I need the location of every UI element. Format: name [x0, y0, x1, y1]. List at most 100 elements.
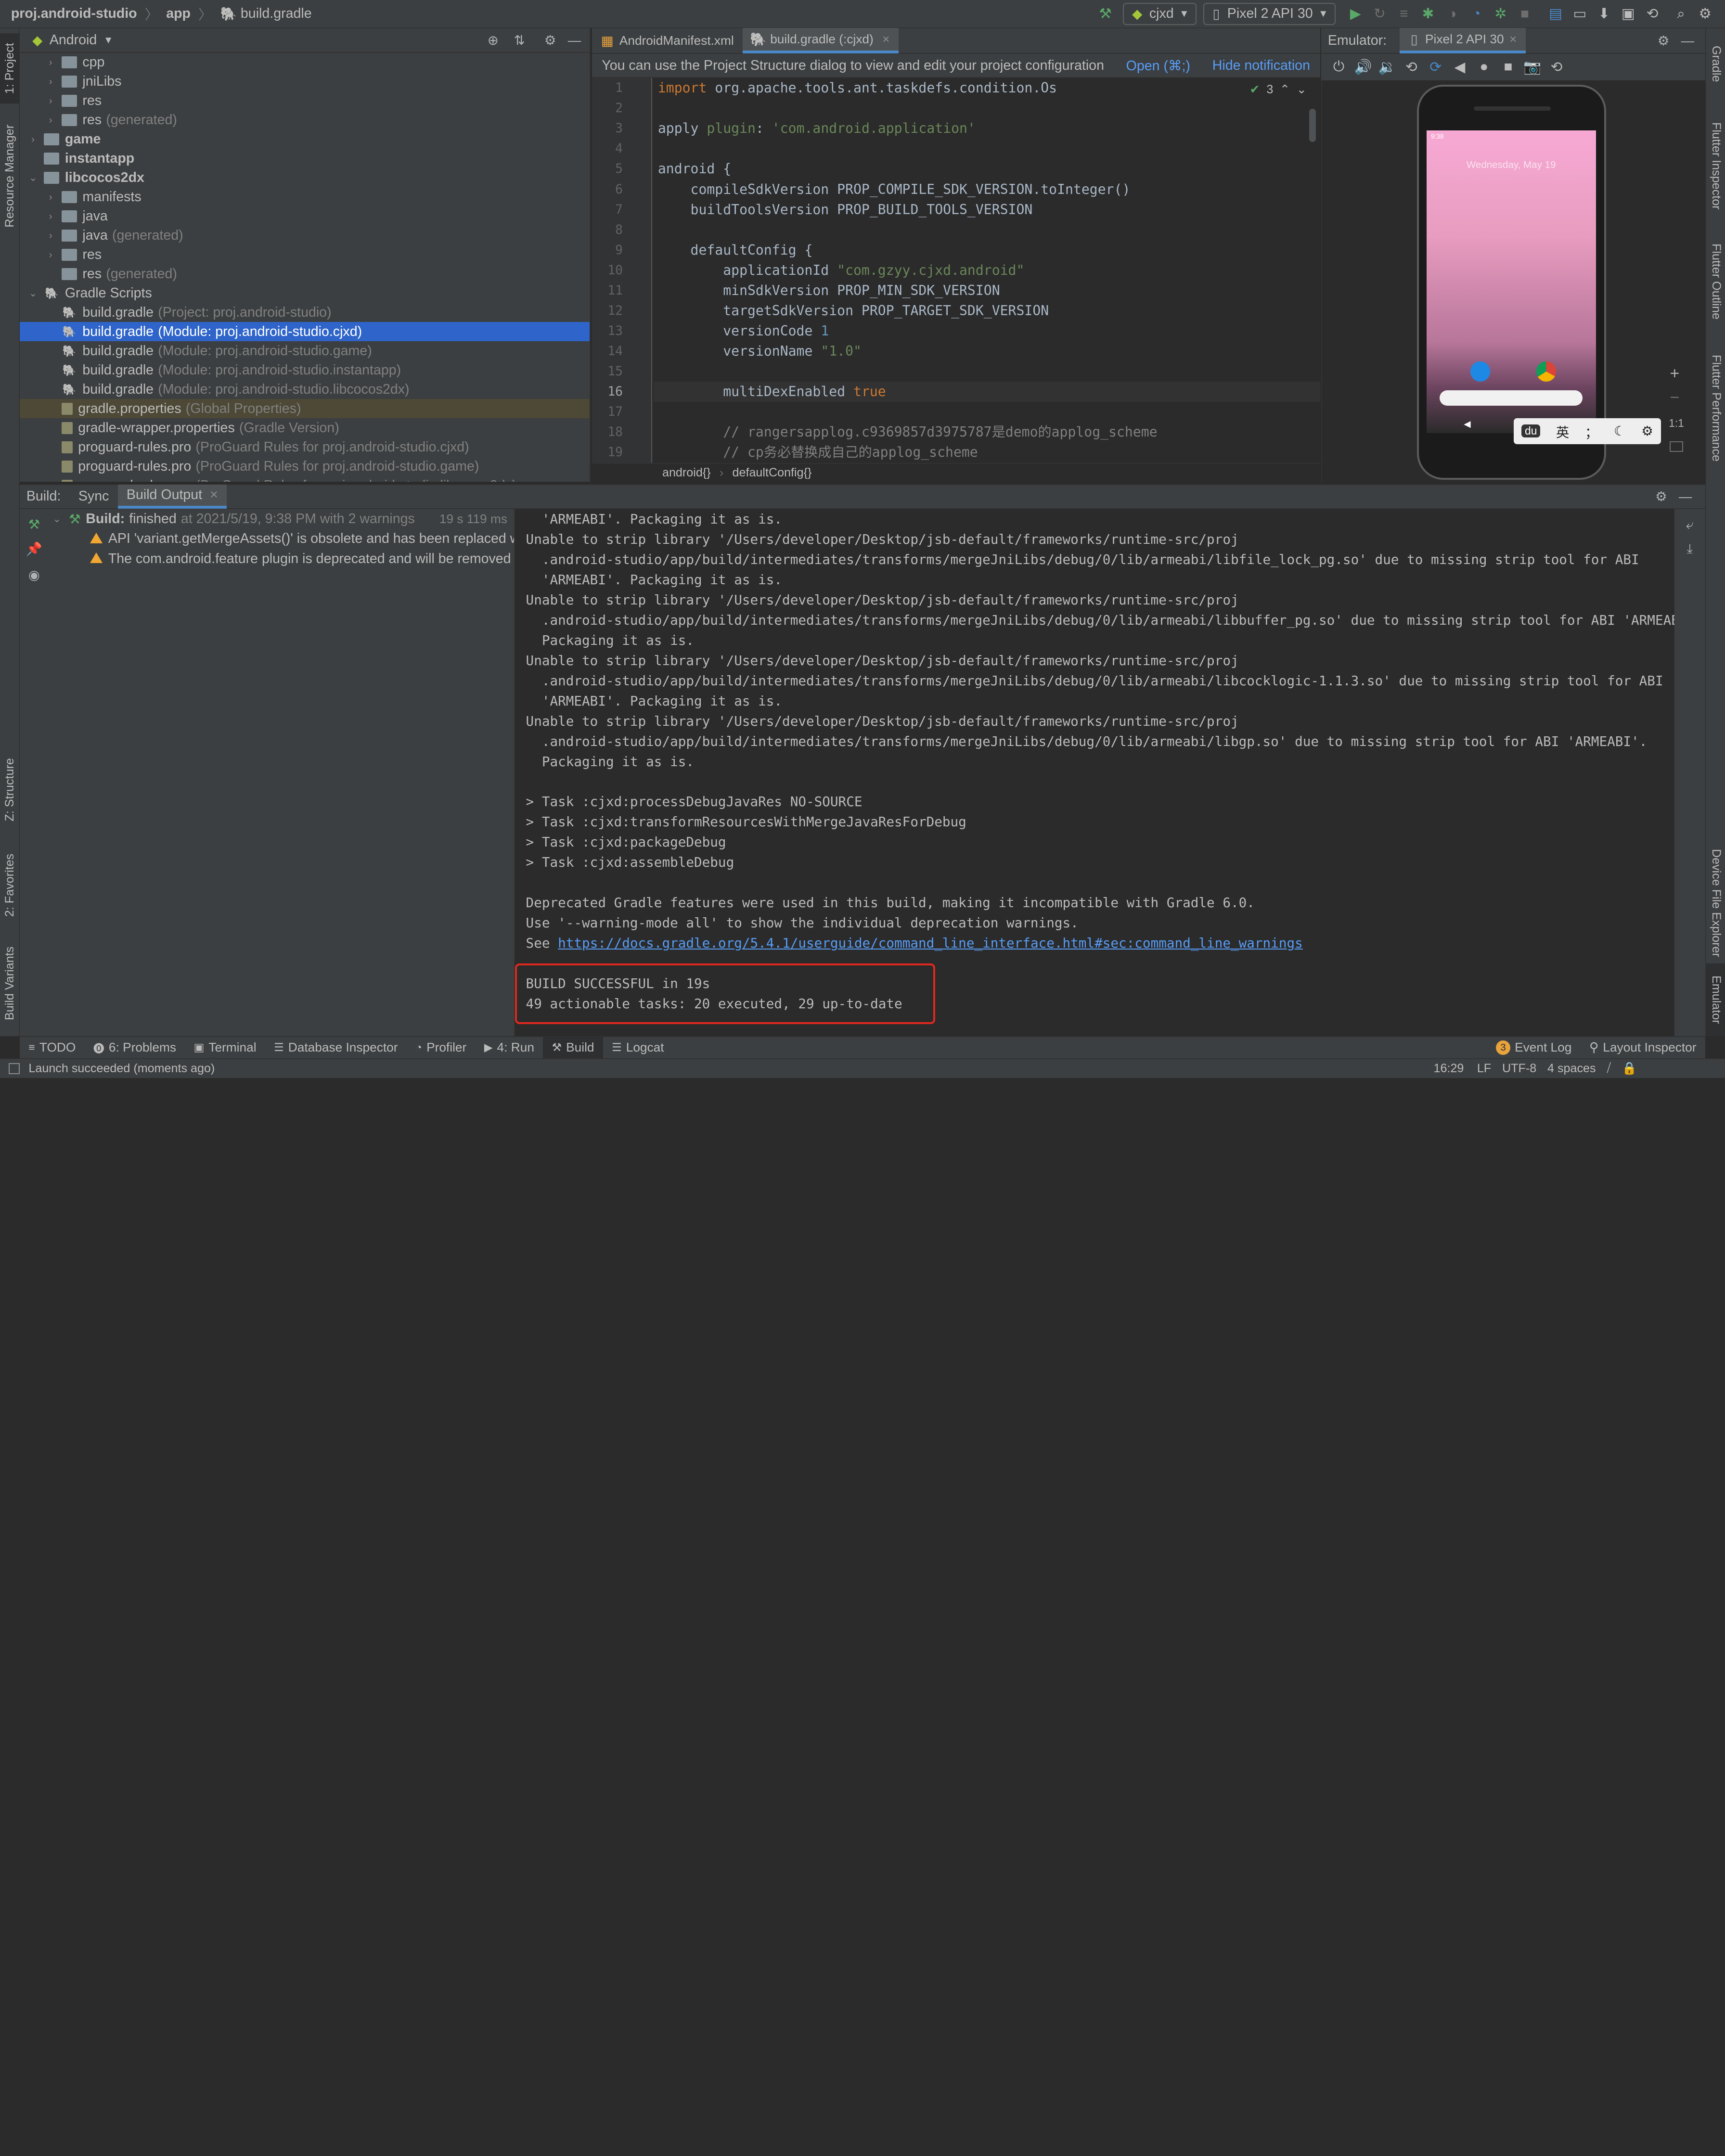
chevron-right-icon[interactable]: ›	[44, 230, 57, 242]
tree-item[interactable]: 🐘 build.gradle (Module: proj.android-studi…	[20, 380, 590, 399]
chevron-right-icon[interactable]: ›	[44, 95, 57, 107]
moon-icon[interactable]: ☾	[1614, 424, 1626, 439]
input-method-bar[interactable]: du 英 ； ☾ ⚙	[1513, 418, 1661, 445]
collapse-all-icon[interactable]: ⇅	[511, 31, 528, 49]
avd-manager-icon[interactable]: ▭	[1569, 3, 1591, 25]
chevron-right-icon[interactable]: ›	[44, 76, 57, 88]
file-encoding[interactable]: UTF-8	[1502, 1062, 1536, 1076]
gradle-docs-link[interactable]: https://docs.gradle.org/5.4.1/userguide/…	[558, 935, 1303, 951]
sync-gradle-icon[interactable]: ⟲	[1641, 3, 1663, 25]
search-icon[interactable]: ⌕	[1670, 3, 1692, 25]
tree-item[interactable]: › java (generated)	[20, 226, 590, 245]
tree-item[interactable]: 🐘 build.gradle (Module: proj.android-studi…	[20, 360, 590, 380]
zoom-actual-size[interactable]: 1:1	[1669, 417, 1684, 430]
tree-item[interactable]: ⌄ libcocos2dx	[20, 168, 590, 188]
inspection-widget[interactable]: ✔ 3 ⌃ ⌄	[1250, 82, 1307, 97]
tree-item[interactable]: gradle.properties (Global Properties)	[20, 399, 590, 419]
tool-favorites[interactable]: 2: Favorites	[0, 845, 20, 926]
bottom-tab-problems[interactable]: ⓿ 6: Problems	[85, 1037, 185, 1059]
tree-item[interactable]: proguard-rules.pro(ProGuard Rules for pr…	[20, 437, 590, 457]
debug-icon[interactable]: ✱	[1417, 3, 1439, 25]
zoom-in-icon[interactable]: +	[1670, 364, 1679, 383]
volume-down-icon[interactable]: 🔉	[1376, 56, 1398, 78]
stop-icon[interactable]: ■	[1514, 3, 1536, 25]
profile-icon[interactable]: ◑	[1441, 3, 1463, 25]
locate-icon[interactable]: ⊕	[484, 31, 502, 49]
bottom-tab-terminal[interactable]: ▣ Terminal	[185, 1037, 265, 1059]
chevron-down-icon[interactable]: ⌄	[26, 287, 39, 299]
eye-icon[interactable]: ◉	[26, 566, 43, 584]
project-view-select[interactable]: Android	[50, 32, 97, 48]
bottom-tab-database-inspector[interactable]: ☰ Database Inspector	[265, 1037, 407, 1059]
build-output-console[interactable]: 'ARMEABI'. Packaging it as is. Unable to …	[515, 509, 1674, 1037]
tree-item[interactable]: 🐘 build.gradle (Module: proj.android-studi…	[20, 322, 590, 342]
tree-item[interactable]: 🐘 build.gradle (Module: proj.android-studi…	[20, 341, 590, 360]
bottom-tab-build[interactable]: ⚒ Build	[543, 1037, 603, 1059]
hide-icon[interactable]: —	[1676, 488, 1694, 506]
ime-punct[interactable]: ；	[1585, 422, 1598, 441]
tree-item[interactable]: gradle-wrapper.properties (Gradle Version…	[20, 418, 590, 437]
device-manager-icon[interactable]: ▣	[1617, 3, 1639, 25]
tree-item[interactable]: › manifests	[20, 188, 590, 207]
tab-build-output[interactable]: Build Output ×	[117, 484, 227, 509]
tool-build-variants[interactable]: Build Variants	[0, 937, 20, 1029]
camera-icon[interactable]: 📷	[1521, 56, 1544, 78]
rebuild-icon[interactable]: ⚒	[26, 516, 43, 534]
bottom-tab-run[interactable]: ▶ 4: Run	[476, 1037, 543, 1059]
emulator-tab[interactable]: ▯ Pixel 2 API 30 ×	[1400, 28, 1526, 53]
tool-resource-manager[interactable]: Resource Manager	[0, 121, 20, 231]
volume-up-icon[interactable]: 🔊	[1352, 56, 1374, 78]
breadcrumb-project[interactable]: proj.android-studio	[11, 6, 137, 22]
tree-item[interactable]: proguard-rules.pro(ProGuard Rules for pr…	[20, 476, 590, 482]
tree-item[interactable]: › game	[20, 130, 590, 149]
tab-android-manifest[interactable]: ▦ AndroidManifest.xml	[592, 28, 743, 53]
back-icon[interactable]: ◀	[1449, 56, 1471, 78]
device-select[interactable]: ▯ Pixel 2 API 30 ▼	[1203, 2, 1336, 25]
chevron-down-icon[interactable]: ⌄	[1297, 82, 1307, 97]
close-icon[interactable]: ×	[1509, 32, 1517, 47]
pin-icon[interactable]: 📌	[26, 540, 43, 558]
tree-item[interactable]: ⌄ 🐘 Gradle Scripts	[20, 284, 590, 303]
profiler-icon[interactable]: ◔	[1466, 3, 1488, 25]
event-log-button[interactable]: 3 Event Log	[1487, 1037, 1581, 1059]
chevron-down-icon[interactable]: ⌄	[53, 513, 66, 525]
warning-row[interactable]: The com.android.feature plugin is deprec…	[49, 549, 514, 569]
phone-screen[interactable]: 9:38 Wednesday, May 19 ◀	[1426, 130, 1596, 433]
overview-icon[interactable]: ■	[1497, 56, 1519, 78]
chevron-up-icon[interactable]: ⌃	[1280, 82, 1290, 97]
chevron-right-icon[interactable]: ›	[44, 211, 57, 222]
tool-project[interactable]: 1: Project	[0, 33, 20, 103]
run-config-select[interactable]: ◆ cjxd ▼	[1123, 2, 1197, 25]
power-icon[interactable]: ⏻	[1328, 56, 1350, 78]
apply-code-changes-icon[interactable]: ≡	[1393, 3, 1415, 25]
chevron-right-icon[interactable]: ›	[26, 134, 39, 145]
run-icon[interactable]: ▶	[1344, 3, 1366, 25]
project-structure-icon[interactable]: ▤	[1545, 3, 1567, 25]
gear-icon[interactable]: ⚙	[1652, 488, 1670, 506]
settings-icon[interactable]: ⚙	[1694, 3, 1716, 25]
lock-icon[interactable]: 🔒	[1622, 1062, 1637, 1076]
line-separator[interactable]: LF	[1477, 1062, 1491, 1076]
tool-flutter-performance[interactable]: Flutter Performance	[1706, 336, 1725, 479]
tool-structure[interactable]: Z: Structure	[0, 750, 20, 830]
chevron-right-icon[interactable]: ›	[44, 249, 57, 261]
gear-icon[interactable]: ⚙	[541, 31, 559, 49]
tree-item[interactable]: › java	[20, 207, 590, 226]
chevron-down-icon[interactable]: ▼	[103, 35, 113, 46]
close-icon[interactable]: ×	[210, 487, 218, 503]
status-toggle-icon[interactable]	[9, 1063, 20, 1074]
tree-item[interactable]: › res (generated)	[20, 111, 590, 130]
tree-item[interactable]: instantapp	[20, 149, 590, 168]
tree-item[interactable]: proguard-rules.pro(ProGuard Rules for pr…	[20, 457, 590, 476]
bottom-tab-profiler[interactable]: ◔ Profiler	[407, 1037, 476, 1059]
chevron-right-icon[interactable]: ›	[44, 115, 57, 126]
gear-icon[interactable]: ⚙	[1641, 424, 1653, 439]
bottom-tab-logcat[interactable]: ☰ Logcat	[603, 1037, 673, 1059]
chrome-app-icon[interactable]	[1536, 361, 1557, 382]
rotate-left-icon[interactable]: ⟲	[1401, 56, 1423, 78]
warning-row[interactable]: API 'variant.getMergeAssets()' is obsole…	[49, 529, 514, 549]
snapshot-icon[interactable]: ⟲	[1545, 56, 1568, 78]
google-search-bar[interactable]	[1440, 390, 1583, 406]
make-project-icon[interactable]: ⚒	[1094, 3, 1117, 25]
soft-wrap-icon[interactable]: ⤶	[1681, 516, 1699, 534]
